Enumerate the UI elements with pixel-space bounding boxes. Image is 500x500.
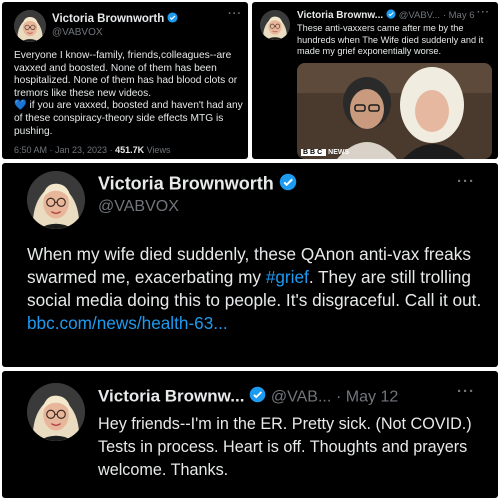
more-options-icon[interactable]: ··· [457,383,475,400]
blue-heart-icon: 💙 [14,100,27,112]
author-name[interactable]: Victoria Brownworth [98,173,297,196]
author-name[interactable]: Victoria Brownw... @VABV... · May 6 [297,9,475,22]
author-handle[interactable]: @VABVOX [98,198,179,216]
verified-badge-icon [249,386,266,408]
tweet-card-2[interactable]: Victoria Brownw... @VABV... · May 6 ··· … [252,2,498,159]
tweet-date[interactable]: · May 6 [443,10,475,21]
tweet-image[interactable]: BBC NEWS [297,63,492,159]
more-options-icon[interactable]: ··· [228,8,242,20]
author-handle[interactable]: @VABV... [399,10,440,21]
verified-badge-icon [386,9,396,22]
tweet-text: Everyone I know--family, friends,colleag… [14,50,243,137]
article-link[interactable]: bbc.com/news/health-63... [27,313,228,333]
verified-badge-icon [167,12,178,26]
bbc-news-logo: BBC NEWS [301,149,350,156]
photo-two-women [297,63,492,159]
hashtag-link[interactable]: #grief [266,267,309,287]
avatar[interactable] [14,10,46,42]
tweet-card-3[interactable]: Victoria Brownworth @VABVOX ··· When my … [2,163,498,367]
avatar[interactable] [27,171,85,229]
tweet-meta: 6:50 AM · Jan 23, 2023 · 451.7K Views [14,145,171,155]
tweet-card-1[interactable]: Victoria Brownworth @VABVOX ··· Everyone… [2,2,248,159]
tweet-text: When my wife died suddenly, these QAnon … [27,244,482,333]
avatar[interactable] [27,383,85,441]
author-handle[interactable]: @VAB... [271,388,331,405]
author-name[interactable]: Victoria Brownworth [52,12,178,26]
tweet-date[interactable]: · May 12 [336,388,398,405]
more-options-icon[interactable]: ··· [457,173,475,190]
author-name[interactable]: Victoria Brownw... @VAB... · May 12 [98,386,398,408]
tweet-card-4[interactable]: Victoria Brownw... @VAB... · May 12 ··· … [2,371,498,498]
author-handle[interactable]: @VABVOX [52,27,103,38]
more-options-icon[interactable]: ··· [477,7,490,18]
verified-badge-icon [279,173,297,196]
avatar[interactable] [260,10,290,40]
tweet-text: Hey friends--I'm in the ER. Pretty sick.… [98,415,472,479]
tweet-text: These anti-vaxxers came after me by the … [297,23,484,56]
